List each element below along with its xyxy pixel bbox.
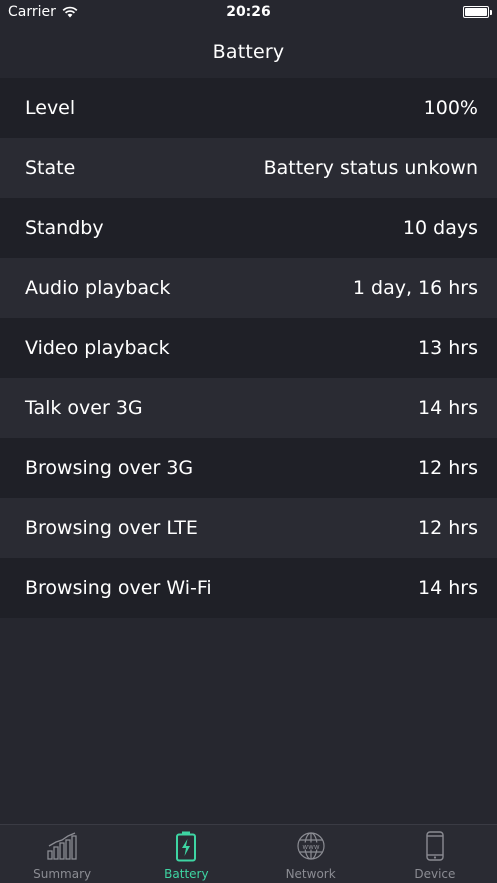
row-value: 12 hrs bbox=[418, 457, 478, 479]
phone-icon bbox=[418, 829, 452, 863]
row-label: Browsing over LTE bbox=[25, 517, 198, 539]
tab-battery[interactable]: Battery bbox=[124, 825, 248, 883]
status-bar: Carrier 20:26 bbox=[0, 0, 497, 26]
list-item-browsing-wifi: Browsing over Wi-Fi 14 hrs bbox=[0, 558, 497, 618]
row-value: 1 day, 16 hrs bbox=[352, 277, 478, 299]
row-value: 13 hrs bbox=[418, 337, 478, 359]
row-label: Level bbox=[25, 97, 76, 119]
tab-label: Network bbox=[285, 867, 336, 881]
bar-chart-icon bbox=[45, 829, 79, 863]
battery-icon bbox=[169, 829, 203, 863]
row-label: Audio playback bbox=[25, 277, 171, 299]
tab-label: Battery bbox=[164, 867, 209, 881]
row-label: Video playback bbox=[25, 337, 170, 359]
list-item-talk-3g: Talk over 3G 14 hrs bbox=[0, 378, 497, 438]
list-item-level: Level 100% bbox=[0, 78, 497, 138]
tab-summary[interactable]: Summary bbox=[0, 825, 124, 883]
globe-www-icon: www bbox=[294, 829, 328, 863]
tab-label: Device bbox=[414, 867, 456, 881]
tab-bar: Summary Battery www Network Device bbox=[0, 824, 497, 883]
list-item-state: State Battery status unkown bbox=[0, 138, 497, 198]
row-value: 14 hrs bbox=[418, 577, 478, 599]
row-value: 100% bbox=[423, 97, 478, 119]
row-label: State bbox=[25, 157, 76, 179]
tab-network[interactable]: www Network bbox=[249, 825, 373, 883]
row-label: Browsing over Wi-Fi bbox=[25, 577, 212, 599]
list-item-audio-playback: Audio playback 1 day, 16 hrs bbox=[0, 258, 497, 318]
list-item-video-playback: Video playback 13 hrs bbox=[0, 318, 497, 378]
status-time: 20:26 bbox=[226, 4, 271, 20]
tab-label: Summary bbox=[33, 867, 92, 881]
row-label: Browsing over 3G bbox=[25, 457, 194, 479]
row-label: Standby bbox=[25, 217, 104, 239]
page-title: Battery bbox=[212, 41, 285, 63]
row-value: 14 hrs bbox=[418, 397, 478, 419]
svg-text:www: www bbox=[302, 843, 319, 851]
row-value: 10 days bbox=[402, 217, 478, 239]
status-battery-icon bbox=[463, 6, 492, 18]
row-value: 12 hrs bbox=[418, 517, 478, 539]
row-label: Talk over 3G bbox=[25, 397, 143, 419]
list-item-standby: Standby 10 days bbox=[0, 198, 497, 258]
row-value: Battery status unkown bbox=[263, 157, 478, 179]
list-item-browsing-3g: Browsing over 3G 12 hrs bbox=[0, 438, 497, 498]
screen: Carrier 20:26 Battery Level 100% State B… bbox=[0, 0, 497, 883]
tab-device[interactable]: Device bbox=[373, 825, 497, 883]
list-item-browsing-lte: Browsing over LTE 12 hrs bbox=[0, 498, 497, 558]
battery-info-list: Level 100% State Battery status unkown S… bbox=[0, 78, 497, 618]
navigation-bar: Battery bbox=[0, 26, 497, 78]
